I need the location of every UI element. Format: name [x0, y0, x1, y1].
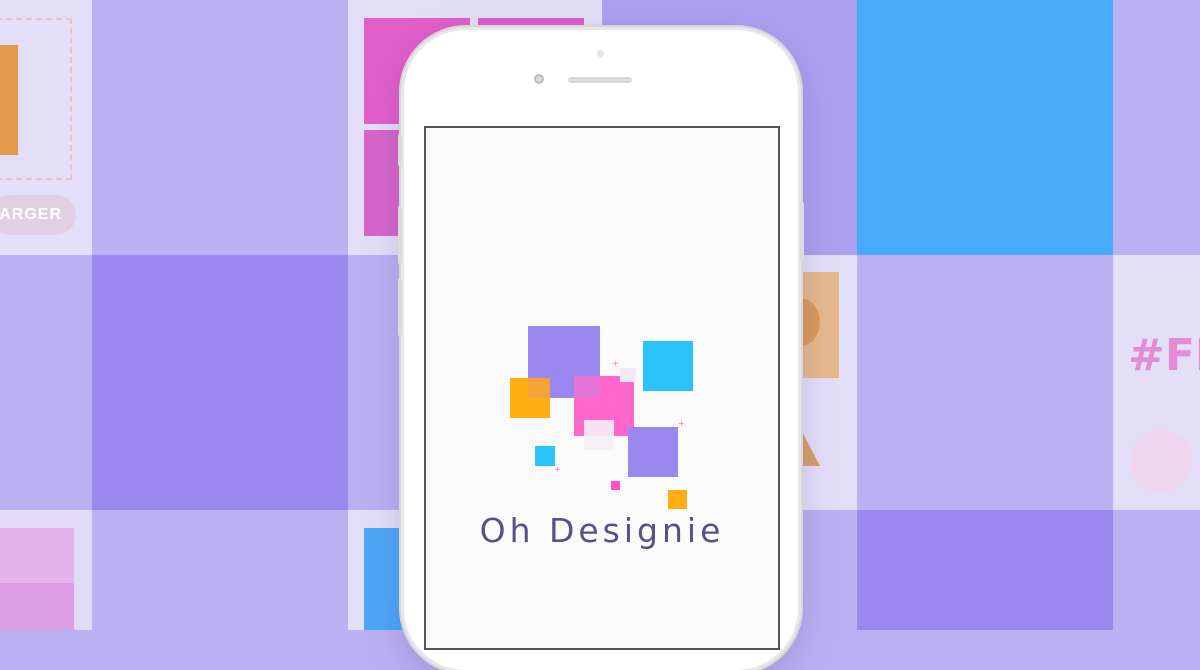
mute-switch	[398, 134, 402, 166]
orange-card	[0, 45, 18, 155]
bg-tile	[92, 510, 348, 630]
sparkle: +	[612, 359, 619, 368]
bg-tile	[857, 510, 1113, 630]
power-button	[800, 202, 804, 260]
sparkle: +	[554, 465, 561, 474]
bg-tile	[1113, 510, 1200, 630]
logo-square-purple-small	[628, 427, 678, 477]
logo-square-pale	[620, 368, 636, 382]
volume-down-button	[398, 278, 402, 336]
phone-mockup: + + + Oh Designie	[398, 30, 804, 670]
proximity-sensor	[597, 50, 604, 57]
logo-square-pink-overlap	[574, 376, 600, 398]
bg-tile	[0, 255, 92, 510]
bg-tile	[857, 255, 1113, 510]
bg-tile	[92, 0, 348, 255]
sparkle: +	[678, 419, 685, 428]
pink-card-lower	[0, 583, 74, 630]
phone-screen: + + + Oh Designie	[424, 126, 780, 650]
bg-tile	[1113, 0, 1200, 255]
camera-icon	[534, 74, 544, 84]
app-name: Oh Designie	[479, 511, 725, 550]
pink-circle	[1130, 430, 1192, 492]
logo-square-cyan-small	[535, 446, 555, 466]
volume-up-button	[398, 206, 402, 264]
bg-tile	[92, 255, 348, 510]
earpiece-speaker	[568, 77, 632, 83]
logo-square-white	[584, 420, 614, 450]
logo-square-pink-tiny	[611, 481, 620, 490]
blue-tile	[857, 0, 1113, 255]
logo-square-orange-small	[668, 490, 687, 509]
larger-button: ARGER	[0, 195, 76, 235]
hex-color-label: #FI	[1128, 330, 1200, 381]
logo-square-orange-overlap	[528, 378, 550, 398]
app-logo: + + +	[510, 326, 693, 509]
logo-square-cyan	[643, 341, 693, 391]
